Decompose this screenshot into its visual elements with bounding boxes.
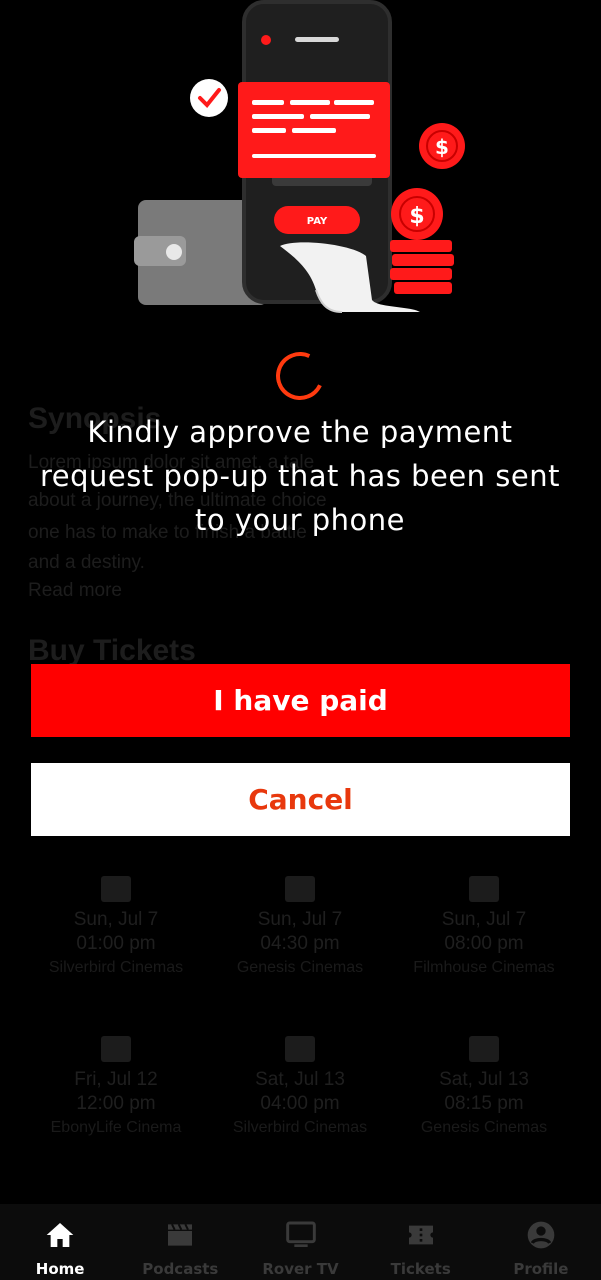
calendar-icon xyxy=(469,876,499,902)
pay-button-label: PAY xyxy=(307,216,328,227)
showtime-date: Fri, Jul 12 xyxy=(74,1069,158,1090)
calendar-icon xyxy=(285,876,315,902)
bg-read-more-link: Read more xyxy=(28,580,122,601)
showtime-date: Sun, Jul 7 xyxy=(441,909,527,930)
check-icon xyxy=(190,79,228,117)
bg-section-heading-tickets: Buy Tickets xyxy=(28,634,196,667)
calendar-icon xyxy=(285,1036,315,1062)
payment-approval-message: Kindly approve the payment request pop-u… xyxy=(40,415,560,537)
showtime-date: Sun, Jul 7 xyxy=(257,909,343,930)
calendar-icon xyxy=(469,1036,499,1062)
payment-illustration: PAY $ $ xyxy=(134,0,465,313)
ticket-icon xyxy=(404,1218,438,1252)
calendar-icon xyxy=(101,876,131,902)
bg-synopsis-line: and a destiny. xyxy=(28,552,145,573)
calendar-icon xyxy=(101,1036,131,1062)
bottom-navigation: Home Podcasts Rover TV Tickets Profile xyxy=(0,1204,601,1280)
showtime-date: Sat, Jul 13 xyxy=(439,1069,529,1090)
nav-label-profile: Profile xyxy=(513,1260,569,1278)
coins-icon: $ $ xyxy=(390,123,465,294)
nav-label-rover-tv: Rover TV xyxy=(262,1260,339,1278)
nav-item-tickets[interactable]: Tickets xyxy=(361,1204,481,1280)
loading-spinner xyxy=(269,345,331,407)
cancel-button[interactable]: Cancel xyxy=(31,763,570,836)
home-icon xyxy=(43,1218,77,1252)
showtime-venue: Silverbird Cinemas xyxy=(232,1119,368,1136)
bg-showtime-card: Sat, Jul 13 08:15 pm Genesis Cinemas xyxy=(394,1036,574,1140)
nav-item-podcasts[interactable]: Podcasts xyxy=(120,1204,240,1280)
showtime-time: 08:00 pm xyxy=(444,933,524,954)
payment-approval-screen: Synopsis Lorem ipsum dolor sit amet, a t… xyxy=(0,0,601,1280)
showtime-time: 01:00 pm xyxy=(76,933,156,954)
bg-showtime-card: Sun, Jul 7 04:30 pm Genesis Cinemas xyxy=(210,876,390,980)
tv-icon xyxy=(284,1218,318,1252)
receipt-card-icon xyxy=(238,82,390,178)
showtime-time: 12:00 pm xyxy=(76,1093,156,1114)
showtime-date: Sun, Jul 7 xyxy=(73,909,159,930)
bg-showtime-card: Sat, Jul 13 04:00 pm Silverbird Cinemas xyxy=(210,1036,390,1140)
showtime-venue: Genesis Cinemas xyxy=(420,1119,548,1136)
nav-label-podcasts: Podcasts xyxy=(142,1260,219,1278)
showtime-time: 04:30 pm xyxy=(260,933,340,954)
profile-icon xyxy=(524,1218,558,1252)
showtime-venue: Silverbird Cinemas xyxy=(48,959,184,976)
bg-showtime-card: Sun, Jul 7 08:00 pm Filmhouse Cinemas xyxy=(394,876,574,980)
nav-label-home: Home xyxy=(35,1260,85,1278)
showtime-venue: Filmhouse Cinemas xyxy=(413,959,555,976)
nav-item-rover-tv[interactable]: Rover TV xyxy=(240,1204,360,1280)
bg-showtime-card: Sun, Jul 7 01:00 pm Silverbird Cinemas xyxy=(26,876,206,980)
svg-text:$: $ xyxy=(435,135,449,159)
showtime-venue: EbonyLife Cinema xyxy=(50,1119,182,1136)
showtime-time: 08:15 pm xyxy=(444,1093,524,1114)
showtime-venue: Genesis Cinemas xyxy=(236,959,364,976)
i-have-paid-button[interactable]: I have paid xyxy=(31,664,570,737)
clapperboard-icon xyxy=(163,1218,197,1252)
nav-label-tickets: Tickets xyxy=(390,1260,451,1278)
nav-item-profile[interactable]: Profile xyxy=(481,1204,601,1280)
nav-item-home[interactable]: Home xyxy=(0,1204,120,1280)
showtime-date: Sat, Jul 13 xyxy=(255,1069,345,1090)
bg-showtime-card: Fri, Jul 12 12:00 pm EbonyLife Cinema xyxy=(26,1036,206,1140)
svg-text:$: $ xyxy=(409,204,424,229)
showtime-time: 04:00 pm xyxy=(260,1093,340,1114)
